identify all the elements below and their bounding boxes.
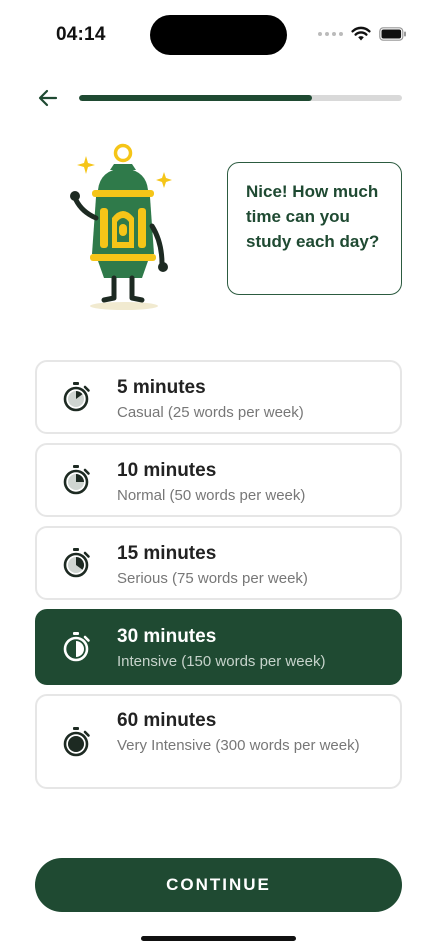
cellular-signal-icon xyxy=(318,31,343,36)
stopwatch-icon xyxy=(63,632,90,662)
battery-icon xyxy=(379,26,406,41)
progress-bar xyxy=(79,95,402,101)
status-bar: 04:14 xyxy=(0,0,437,72)
option-text: 10 minutes Normal (50 words per week) xyxy=(117,459,380,507)
status-icons xyxy=(318,26,407,41)
home-indicator xyxy=(141,936,296,941)
option-60-minutes[interactable]: 60 minutes Very Intensive (300 words per… xyxy=(35,694,402,789)
option-subtitle: Very Intensive (300 words per week) xyxy=(117,737,360,754)
option-subtitle: Serious (75 words per week) xyxy=(117,570,308,587)
option-title: 30 minutes xyxy=(117,626,217,647)
speech-bubble: Nice! How much time can you study each d… xyxy=(227,162,402,295)
stopwatch-icon xyxy=(63,548,90,578)
option-text: 60 minutes Very Intensive (300 words per… xyxy=(117,709,380,757)
option-30-minutes[interactable]: 30 minutes Intensive (150 words per week… xyxy=(35,609,402,685)
lantern-mascot-icon xyxy=(70,143,172,310)
stopwatch-icon xyxy=(63,465,90,495)
option-5-minutes[interactable]: 5 minutes Casual (25 words per week) xyxy=(35,360,402,434)
header xyxy=(0,84,437,112)
wifi-icon xyxy=(351,26,371,41)
option-subtitle: Intensive (150 words per week) xyxy=(117,653,326,670)
option-title: 60 minutes xyxy=(117,710,217,731)
option-subtitle: Casual (25 words per week) xyxy=(117,404,304,421)
back-arrow-icon[interactable] xyxy=(36,86,60,110)
dynamic-island xyxy=(150,15,287,55)
option-15-minutes[interactable]: 15 minutes Serious (75 words per week) xyxy=(35,526,402,600)
option-10-minutes[interactable]: 10 minutes Normal (50 words per week) xyxy=(35,443,402,517)
stopwatch-icon xyxy=(63,726,90,756)
option-text: 5 minutes Casual (25 words per week) xyxy=(117,376,380,424)
option-subtitle: Normal (50 words per week) xyxy=(117,487,306,504)
option-title: 5 minutes xyxy=(117,377,206,398)
continue-button[interactable]: CONTINUE xyxy=(35,858,402,912)
option-text: 15 minutes Serious (75 words per week) xyxy=(117,542,380,590)
bubble-text: Nice! How much time can you study each d… xyxy=(246,182,380,251)
status-time: 04:14 xyxy=(56,24,106,45)
stopwatch-icon xyxy=(63,382,90,412)
option-text: 30 minutes Intensive (150 words per week… xyxy=(117,625,380,673)
progress-fill xyxy=(79,95,312,101)
option-title: 15 minutes xyxy=(117,543,217,564)
option-title: 10 minutes xyxy=(117,460,217,481)
